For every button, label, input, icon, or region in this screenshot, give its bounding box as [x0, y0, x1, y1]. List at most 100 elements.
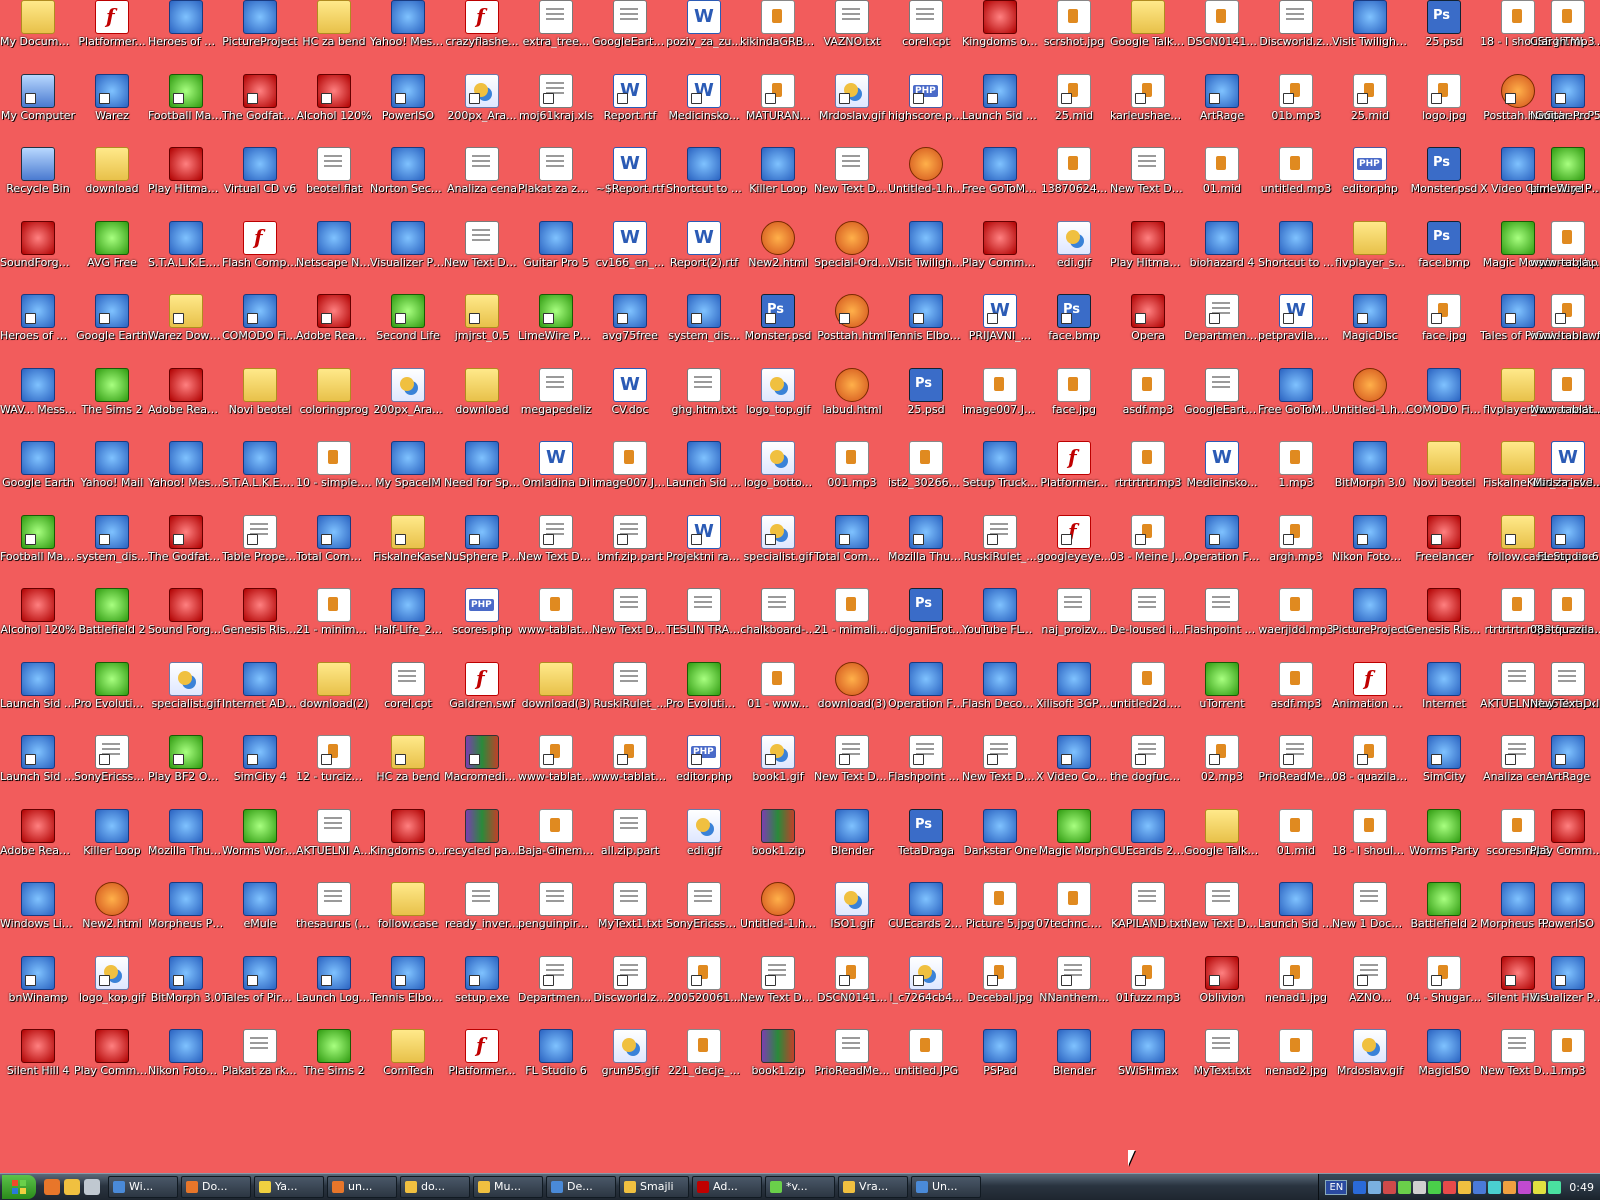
desktop-icon[interactable]: AZNO...	[1332, 955, 1408, 1004]
desktop-icon[interactable]: LimeWire PRO 4.10.0	[518, 294, 594, 342]
desktop-icon[interactable]: download(3)	[814, 661, 890, 710]
desktop-icon[interactable]: DSCN0141...	[814, 955, 890, 1004]
desktop-icon[interactable]: TetaDraga	[888, 808, 964, 857]
desktop-icon[interactable]: www-tablat... @ Soundgar...	[1530, 367, 1600, 416]
taskbar-window-button[interactable]: *v...	[765, 1176, 835, 1198]
desktop-icon[interactable]: New Text Docum...	[444, 220, 520, 269]
desktop-icon[interactable]: Killer Loop	[74, 808, 150, 857]
desktop-icon[interactable]: ghg.htm.txt	[666, 367, 742, 416]
desktop-icon[interactable]: Opera	[1110, 294, 1186, 342]
desktop-icon[interactable]: argh.mp3	[1258, 514, 1334, 563]
desktop-icon[interactable]: nenad2.jpg	[1258, 1029, 1334, 1077]
desktop-icon[interactable]: Platformer...	[444, 1029, 520, 1077]
desktop-icon[interactable]: kikindaGRB.jpg	[740, 0, 816, 48]
desktop-icon[interactable]: 21 - minimalism.mid	[296, 588, 372, 636]
desktop-icon[interactable]: Novi beotel	[222, 367, 298, 416]
desktop-icon[interactable]: Google Earth	[74, 294, 150, 342]
desktop-icon[interactable]: 13870624...	[1036, 147, 1112, 195]
desktop-icon[interactable]: Blender	[814, 808, 890, 857]
desktop-icon[interactable]: Tales of Pirates Online	[222, 955, 298, 1004]
desktop-icon[interactable]: SimCity 4	[222, 735, 298, 783]
desktop-icon[interactable]: Omladina Di	[518, 441, 594, 489]
desktop-icon[interactable]: asdf.mp3	[1258, 661, 1334, 710]
desktop-icon[interactable]: download	[444, 367, 520, 416]
desktop-icon[interactable]: karleushaex...	[1110, 73, 1186, 122]
desktop-icon[interactable]: www-tablat... @ Nick Cav...	[518, 588, 594, 636]
desktop-icon[interactable]: 02.mp3	[1184, 735, 1260, 783]
desktop-icon[interactable]: Play Command & Conquer	[1530, 808, 1600, 857]
desktop-icon[interactable]: megapedeliz	[518, 367, 594, 416]
taskbar-window-button[interactable]: Smajli	[619, 1176, 689, 1198]
desktop-icon[interactable]: New Text Docum...	[1530, 661, 1600, 710]
desktop-icon[interactable]: Flashpoint Preferences	[888, 735, 964, 783]
desktop-icon[interactable]: www-tablat... @ Soundgar...	[518, 735, 594, 783]
desktop-icon[interactable]: grun95.gif	[592, 1029, 668, 1077]
desktop-icon[interactable]: Play Command & Conquer	[74, 1029, 150, 1077]
desktop-icon[interactable]: bmf.zip.part	[592, 514, 668, 563]
desktop-icon[interactable]: untitled.mp3	[1258, 147, 1334, 195]
desktop-icon[interactable]: Medicinsko...	[1184, 441, 1260, 489]
desktop-icon[interactable]: Windows Live Messenger	[0, 882, 76, 930]
desktop-icon[interactable]: 25.psd	[888, 367, 964, 416]
desktop-icon[interactable]: Warez	[74, 73, 150, 122]
desktop-icon[interactable]: Flash Decompiler	[962, 661, 1038, 710]
desktop-icon[interactable]: RuskiRulet_...	[962, 514, 1038, 563]
desktop-icon[interactable]: Adobe Reader 7.0	[0, 808, 76, 857]
desktop-icon[interactable]: Kingdoms of War	[962, 0, 1038, 48]
taskbar-window-button[interactable]: do...	[400, 1176, 470, 1198]
desktop-icon[interactable]: Half-Life_2...	[370, 588, 446, 636]
update-icon[interactable]	[1458, 1180, 1472, 1194]
desktop-icon[interactable]: naj_proizv...	[1036, 588, 1112, 636]
desktop-icon[interactable]: SonyEricsso...	[74, 735, 150, 783]
desktop-icon[interactable]: Kingdoms of War	[370, 808, 446, 857]
desktop-icon[interactable]: thesaurus (3).txt	[296, 882, 372, 930]
desktop-icon[interactable]: ISO1.gif	[814, 882, 890, 930]
desktop-icon[interactable]: download(2)	[296, 661, 372, 710]
desktop-icon[interactable]: Recycle Bin	[0, 147, 76, 195]
desktop-icon[interactable]: Battlefield 2	[74, 588, 150, 636]
desktop-icon[interactable]: Launch Sid Meier's Civi...	[666, 441, 742, 489]
desktop-icon[interactable]: Blender	[1036, 1029, 1112, 1077]
desktop-icon[interactable]: Internet	[1406, 661, 1482, 710]
desktop-icon[interactable]: argh.mp3	[1530, 0, 1600, 48]
desktop-icon[interactable]: logo_botto...	[740, 441, 816, 489]
desktop-icon[interactable]: Genesis Rising	[1406, 588, 1482, 636]
taskbar-window-button[interactable]: Wi...	[108, 1176, 178, 1198]
desktop-icon[interactable]: BitMorph 3.0	[1332, 441, 1408, 489]
desktop-icon[interactable]: editor.php	[1332, 147, 1408, 195]
desktop-icon[interactable]: Google Talk Received Files	[1184, 808, 1260, 857]
desktop-icon[interactable]: Novi beotel	[1406, 441, 1482, 489]
desktop-icon[interactable]: beotel.flat	[296, 147, 372, 195]
desktop-icon[interactable]: Google Talk Received Files	[1110, 0, 1186, 48]
desktop-icon[interactable]: Free GoToMeeti...	[1258, 367, 1334, 416]
desktop-icon[interactable]: X Video Converter	[1036, 735, 1112, 783]
desktop-icon[interactable]: HC za bend	[296, 0, 372, 48]
desktop-icon[interactable]: AKTUELNI AKTUE...	[296, 808, 372, 857]
desktop-icon[interactable]: image007.JPG	[592, 441, 668, 489]
desktop-icon[interactable]: Setup Truck...	[962, 441, 1038, 489]
desktop-icon[interactable]: untitled2d.mp3	[1110, 661, 1186, 710]
desktop-icon[interactable]: Oblivion	[1184, 955, 1260, 1004]
desktop-icon[interactable]: MATURAN...	[740, 73, 816, 122]
desktop-icon[interactable]: Plakat za rku.cdr	[222, 1029, 298, 1077]
desktop-icon[interactable]: Monster.psd	[1406, 147, 1482, 195]
desktop-icon[interactable]: 01.mid	[1258, 808, 1334, 857]
desktop-icon[interactable]: www-tablat... @ Nick Cav...	[592, 735, 668, 783]
taskbar-window-button[interactable]: Mu...	[473, 1176, 543, 1198]
desktop-icon[interactable]: The Godfathe...	[222, 73, 298, 122]
desktop-icon[interactable]: Play Hitman 2	[1110, 220, 1186, 269]
desktop-icon[interactable]: Mir_za_sve...	[1530, 441, 1600, 489]
desktop-icon[interactable]: 01 - www...	[740, 661, 816, 710]
desktop-icon[interactable]: LimeWire PRO 4.10.0	[1530, 147, 1600, 195]
desktop-icon[interactable]: PRIJAVNI_...	[962, 294, 1038, 342]
desktop-icon[interactable]: ist2_302666...	[888, 441, 964, 489]
desktop-icon[interactable]: Play Command & Conquer	[962, 220, 1038, 269]
desktop-icon[interactable]: Table Properties	[222, 514, 298, 563]
desktop-icon[interactable]: PrioReadMe...	[1258, 735, 1334, 783]
desktop-icon[interactable]: jmjrst_0.5	[444, 294, 520, 342]
desktop-icon[interactable]: The Sims 2	[296, 1029, 372, 1077]
desktop-icon[interactable]: SonyEricsso...	[666, 882, 742, 930]
desktop-icon[interactable]: CUEcards 2000	[888, 882, 964, 930]
desktop-icon[interactable]: My Computer	[0, 73, 76, 122]
taskbar-window-button[interactable]: De...	[546, 1176, 616, 1198]
